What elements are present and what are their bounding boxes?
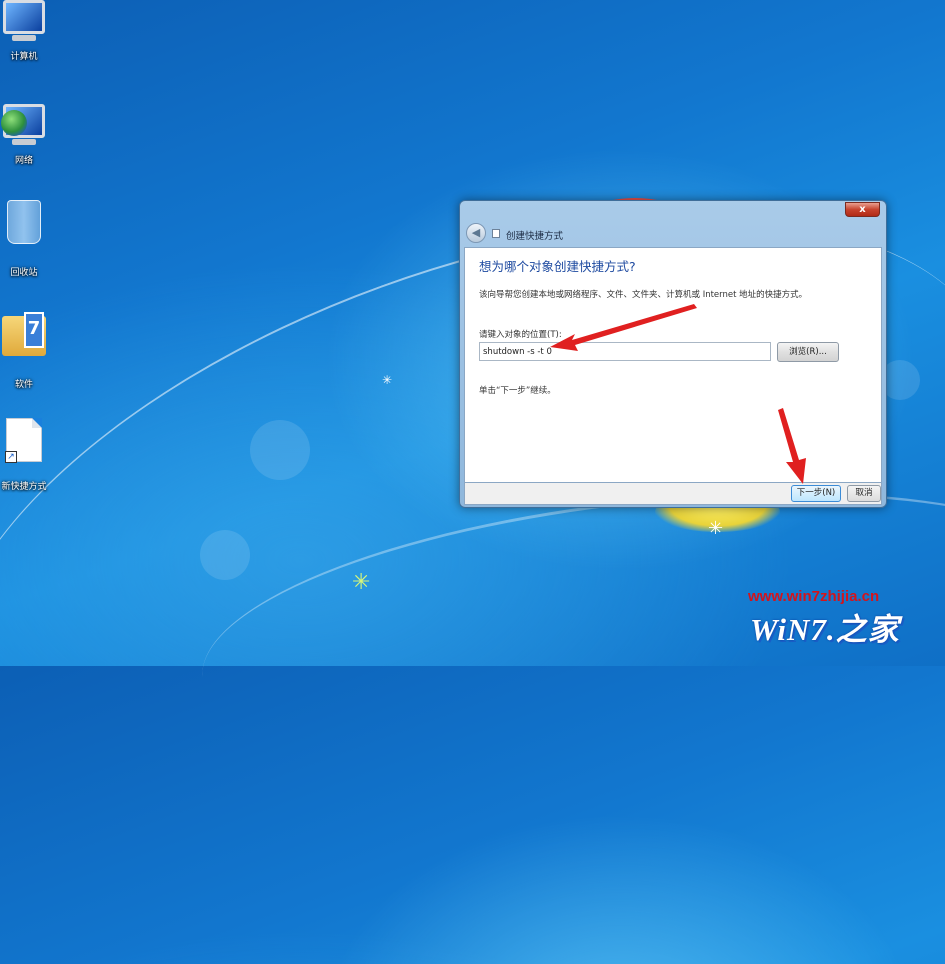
watermark-logo: WiN7.之家 [750,612,900,647]
location-input[interactable] [479,342,771,361]
sparkle-icon: ✳ [382,373,393,387]
location-label: 请键入对象的位置(T): [479,330,562,340]
back-arrow-icon[interactable]: ◀ [466,223,486,243]
desktop-icon-computer[interactable]: 计算机 [0,0,56,62]
description-text: 该向导帮您创建本地或网络程序、文件、文件夹、计算机或 Internet 地址的快… [479,290,808,300]
wallpaper-bokeh [250,420,310,480]
close-button[interactable]: x [845,202,880,217]
page-heading: 想为哪个对象创建快捷方式? [479,259,636,274]
desktop-icon-label: 计算机 [10,52,38,62]
desktop-icon-label: 回收站 [10,268,38,278]
dialog-header: ◀ 创建快捷方式 [464,223,882,245]
computer-icon [1,0,47,46]
desktop-icon-new-shortcut[interactable]: ↗ 新快捷方式 [0,414,56,492]
wallpaper-bokeh [200,530,250,580]
desktop-icon-folder[interactable]: 7 软件 [0,310,56,390]
create-shortcut-dialog: x ◀ 创建快捷方式 想为哪个对象创建快捷方式? 该向导帮您创建本地或网络程序、… [459,200,887,508]
desktop-icon-network[interactable]: 网络 [0,104,56,166]
next-button[interactable]: 下一步(N) [791,485,841,502]
recycle-bin-icon [1,200,47,262]
network-icon [1,104,47,150]
dialog-body: 想为哪个对象创建快捷方式? 该向导帮您创建本地或网络程序、文件、文件夹、计算机或… [464,247,882,483]
watermark-url: www.win7zhijia.cn [748,588,880,605]
desktop-icon-label: 网络 [14,156,33,166]
desktop-icon-recycle-bin[interactable]: 回收站 [0,200,56,278]
sparkle-icon: ✳ [352,570,371,595]
hint-text: 单击“下一步”继续。 [479,386,556,396]
dialog-footer: 下一步(N) 取消 [464,483,882,505]
folder-icon: 7 [1,312,47,374]
shortcut-file-icon: ↗ [1,418,47,476]
shortcut-icon [492,229,500,238]
desktop-icon-label: 软件 [14,380,33,390]
sparkle-icon: ✳ [708,518,724,539]
desktop-icon-label: 新快捷方式 [1,482,47,492]
dialog-title: 创建快捷方式 [506,231,564,242]
browse-button[interactable]: 浏览(R)... [777,342,839,362]
cancel-button[interactable]: 取消 [847,485,881,502]
